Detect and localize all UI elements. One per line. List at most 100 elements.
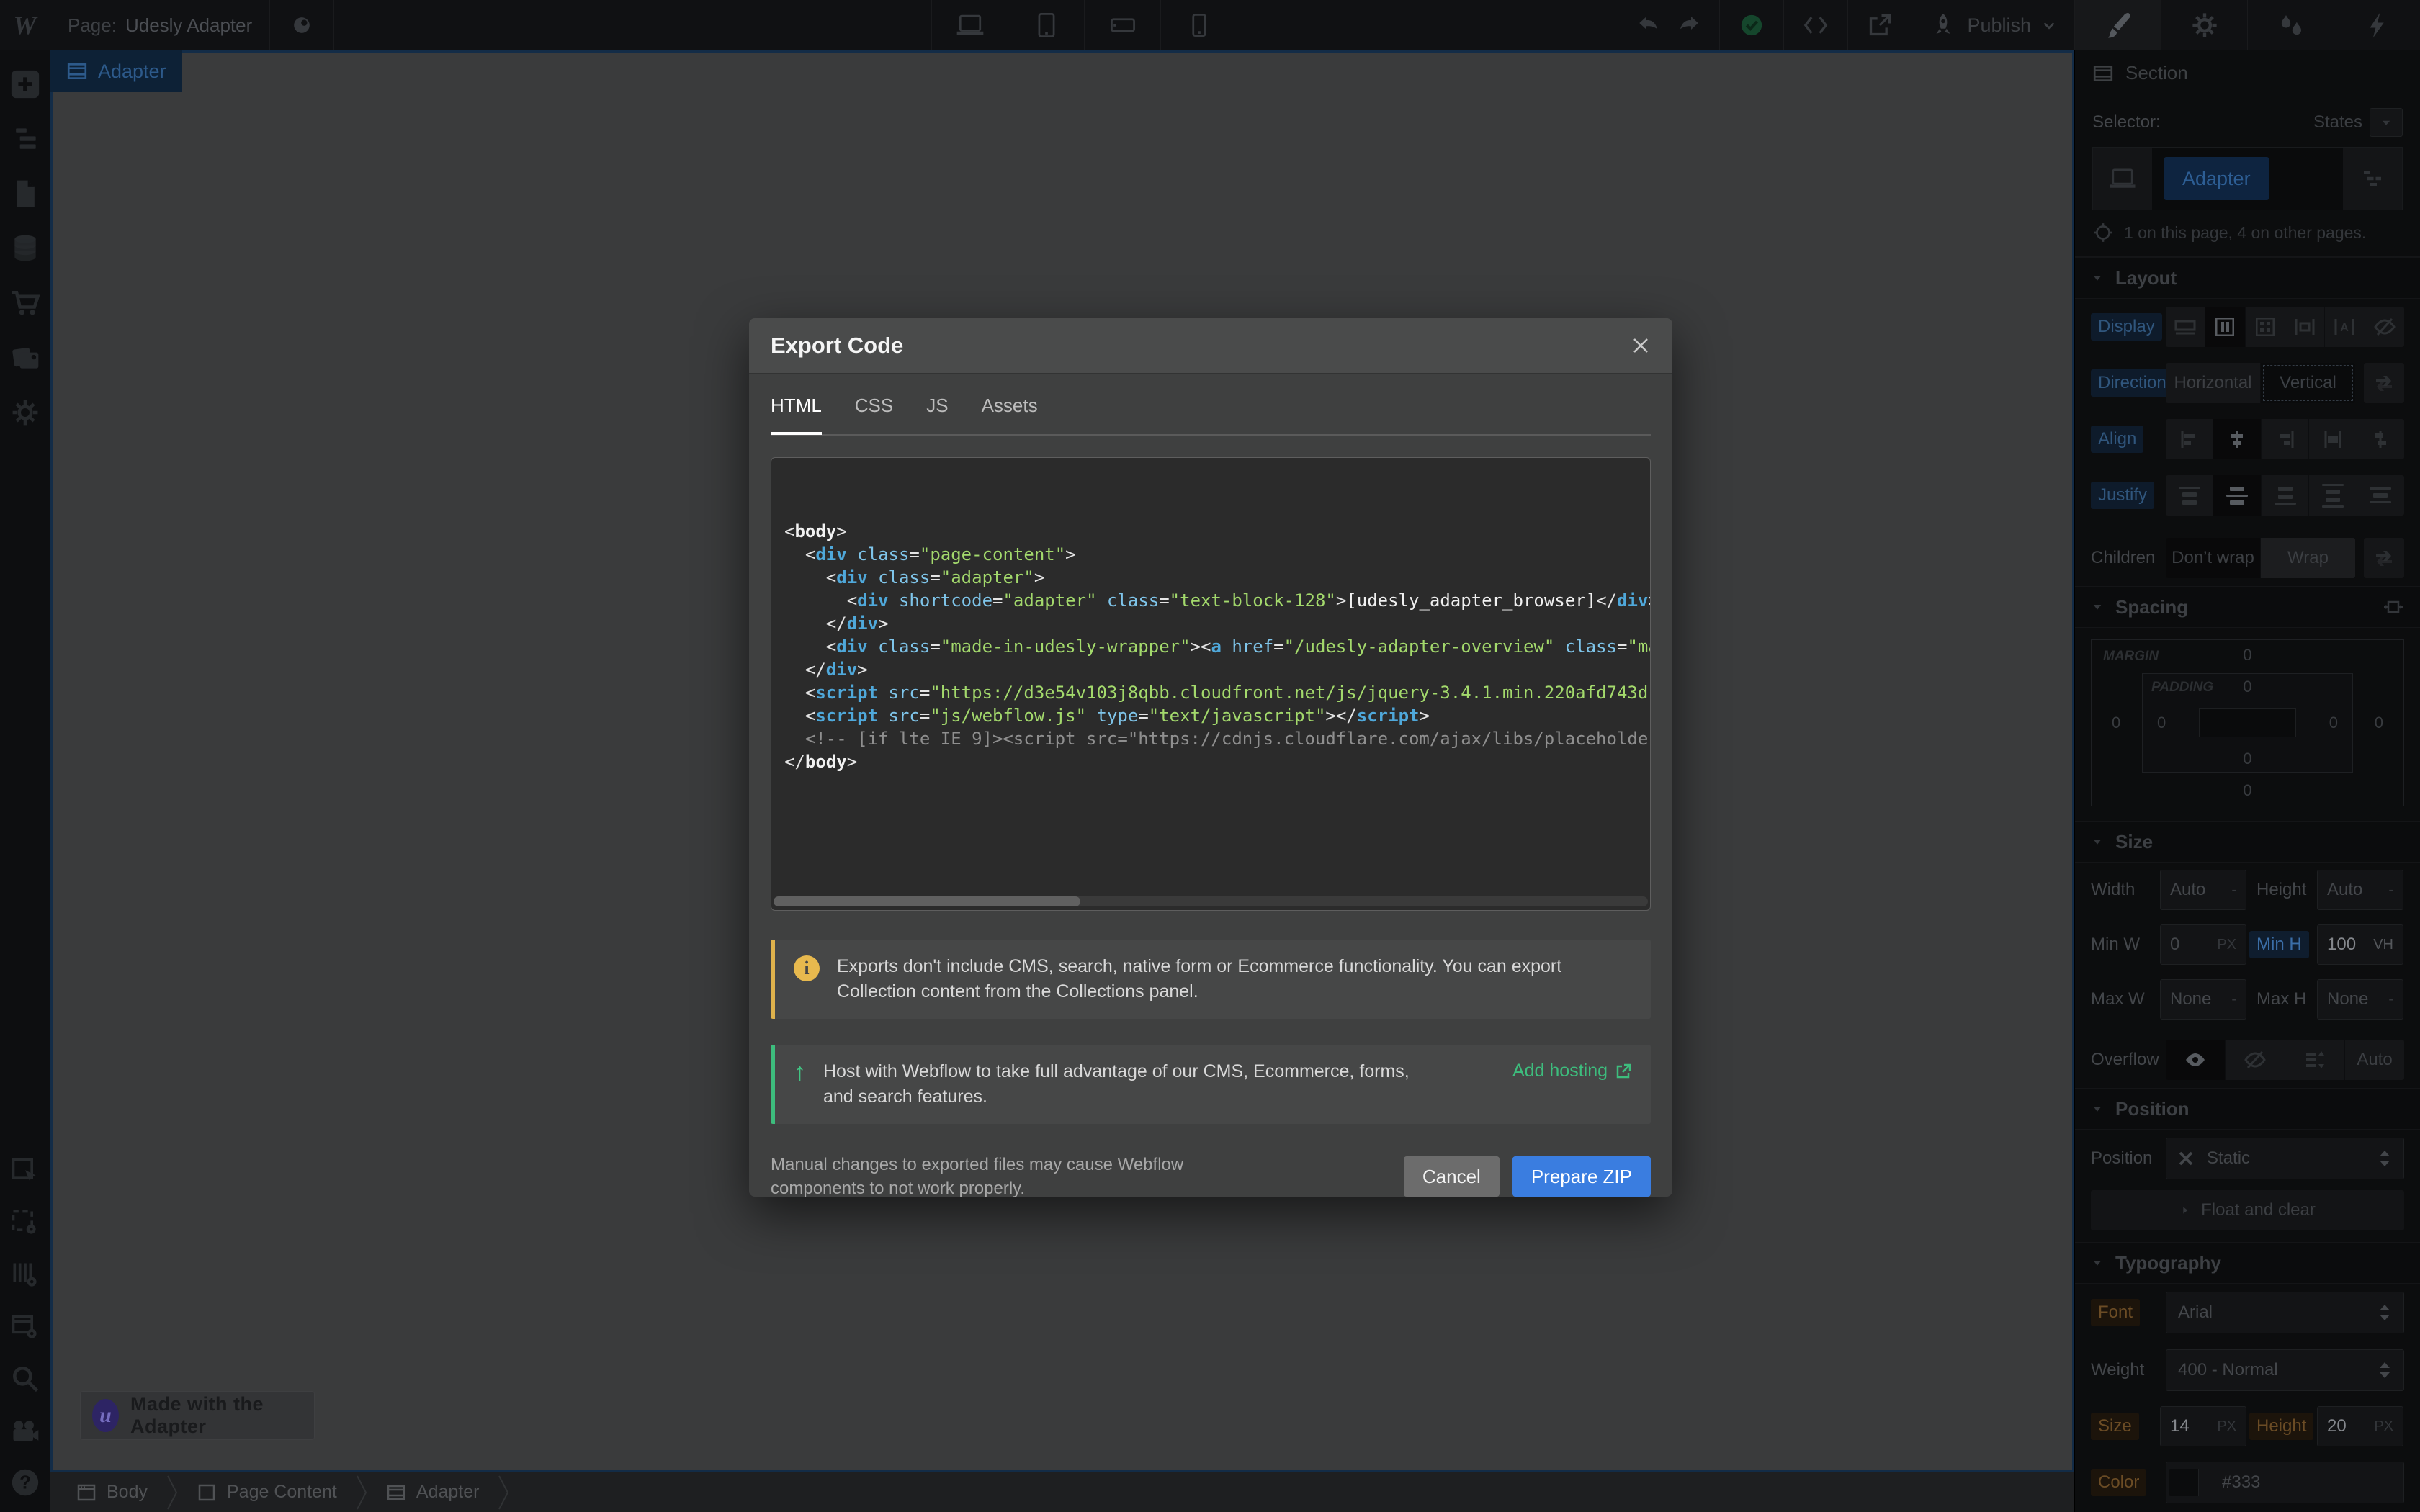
settings-panel-tab[interactable] [2161, 0, 2247, 50]
states-caret-button[interactable] [2370, 108, 2403, 137]
selector-input[interactable]: Adapter [2092, 147, 2403, 210]
wrap-button[interactable]: Wrap [2261, 538, 2355, 578]
margin-right-value[interactable]: 0 [2375, 714, 2383, 732]
publish-button[interactable]: Publish [1912, 0, 2074, 50]
padding-right-value[interactable]: 0 [2329, 714, 2338, 732]
width-input[interactable]: Auto- [2160, 870, 2246, 910]
color-input[interactable]: #333 [2166, 1462, 2404, 1503]
margin-bottom-value[interactable]: 0 [2243, 781, 2251, 800]
code-viewer[interactable]: <body> <div class="page-content"> <div c… [771, 457, 1651, 911]
add-hosting-link[interactable]: Add hosting [1512, 1059, 1632, 1081]
breadcrumb-item-adapter[interactable]: Adapter [382, 1482, 484, 1503]
zoom-button[interactable] [9, 1362, 42, 1395]
wrap-reverse-button[interactable] [2364, 538, 2404, 578]
justify-center-button[interactable] [2213, 475, 2261, 516]
assets-button[interactable] [9, 341, 42, 374]
margin-top-value[interactable]: 0 [2243, 646, 2251, 665]
xray-mode-toggle[interactable] [9, 1207, 42, 1240]
position-select[interactable]: Static [2166, 1138, 2404, 1179]
tab-assets[interactable]: Assets [982, 395, 1038, 434]
section-header-layout[interactable]: Layout [2075, 257, 2420, 299]
style-manager-panel-tab[interactable] [2247, 0, 2334, 50]
help-button[interactable]: ? [9, 1466, 42, 1499]
direction-horizontal-button[interactable]: Horizontal [2166, 363, 2261, 403]
section-header-size[interactable]: Size [2075, 821, 2420, 863]
redo-icon[interactable] [1676, 12, 1702, 38]
weight-select[interactable]: 400 - Normal [2166, 1349, 2404, 1391]
justify-end-button[interactable] [2262, 475, 2309, 516]
padding-left-value[interactable]: 0 [2157, 714, 2166, 732]
tab-js[interactable]: JS [926, 395, 948, 434]
page-menu[interactable]: Page: Udesly Adapter [50, 0, 270, 50]
font-select[interactable]: Arial [2166, 1292, 2404, 1333]
layout-preview-toggle[interactable] [9, 1310, 42, 1344]
justify-between-button[interactable] [2309, 475, 2357, 516]
edit-element-tool[interactable] [9, 1155, 42, 1188]
breadcrumb-item-body[interactable]: Body [72, 1482, 152, 1503]
preview-toggle[interactable] [270, 0, 334, 50]
breakpoint-mobile-landscape[interactable] [1084, 0, 1160, 50]
max-width-input[interactable]: None- [2160, 979, 2246, 1020]
breakpoint-tablet[interactable] [1008, 0, 1084, 50]
align-baseline-button[interactable] [2357, 419, 2404, 459]
align-start-button[interactable] [2166, 419, 2213, 459]
breakpoint-mobile-portrait[interactable] [1160, 0, 1237, 50]
overflow-visible-button[interactable] [2166, 1040, 2226, 1080]
interactions-panel-tab[interactable] [2334, 0, 2420, 50]
spacing-expand-icon[interactable] [2383, 596, 2404, 618]
display-flex-button[interactable] [2205, 307, 2245, 347]
overflow-auto-button[interactable]: Auto [2345, 1040, 2404, 1080]
margin-left-value[interactable]: 0 [2112, 714, 2120, 732]
align-stretch-button[interactable] [2309, 419, 2357, 459]
guides-toggle[interactable] [9, 1259, 42, 1292]
cancel-button[interactable]: Cancel [1404, 1156, 1500, 1197]
tab-html[interactable]: HTML [771, 395, 822, 434]
min-height-input[interactable]: 100VH [2317, 924, 2403, 965]
inheritance-menu-button[interactable] [2343, 148, 2402, 210]
overflow-scroll-button[interactable] [2285, 1040, 2345, 1080]
font-size-input[interactable]: 14PX [2160, 1406, 2246, 1446]
states-dropdown[interactable]: States [2313, 108, 2403, 137]
display-grid-button[interactable] [2246, 307, 2285, 347]
justify-start-button[interactable] [2166, 475, 2213, 516]
tab-css[interactable]: CSS [855, 395, 893, 434]
padding-bottom-value[interactable]: 0 [2243, 750, 2251, 768]
section-header-position[interactable]: Position [2075, 1088, 2420, 1130]
dont-wrap-button[interactable]: Don’t wrap [2166, 538, 2261, 578]
export-share-button[interactable] [1847, 0, 1912, 50]
close-button[interactable] [1631, 336, 1651, 356]
display-block-button[interactable] [2166, 307, 2205, 347]
max-height-input[interactable]: None- [2317, 979, 2403, 1020]
scrollbar-thumb[interactable] [774, 896, 1080, 906]
float-and-clear-toggle[interactable]: Float and clear [2091, 1190, 2404, 1230]
horizontal-scrollbar[interactable] [774, 896, 1648, 906]
align-center-button[interactable] [2213, 419, 2261, 459]
min-width-input[interactable]: 0PX [2160, 924, 2246, 965]
direction-reverse-button[interactable] [2364, 363, 2404, 403]
align-end-button[interactable] [2262, 419, 2309, 459]
cms-button[interactable] [9, 232, 42, 265]
display-inline-block-button[interactable] [2285, 307, 2325, 347]
undo-icon[interactable] [1636, 12, 1662, 38]
video-tutorials-button[interactable] [9, 1414, 42, 1447]
section-header-spacing[interactable]: Spacing [2075, 586, 2420, 628]
display-inline-button[interactable]: A [2325, 307, 2365, 347]
display-none-button[interactable] [2365, 307, 2404, 347]
height-input[interactable]: Auto- [2317, 870, 2403, 910]
ecommerce-button[interactable] [9, 287, 42, 320]
justify-around-button[interactable] [2357, 475, 2404, 516]
add-elements-button[interactable] [9, 68, 42, 101]
custom-code-button[interactable] [1783, 0, 1847, 50]
breadcrumb-item-page-content[interactable]: Page Content [192, 1482, 341, 1503]
line-height-input[interactable]: 20PX [2317, 1406, 2403, 1446]
navigator-button[interactable] [9, 122, 42, 156]
made-with-adapter-badge[interactable]: u Made with the Adapter [80, 1391, 315, 1440]
overflow-hidden-button[interactable] [2226, 1040, 2285, 1080]
pages-button[interactable] [9, 177, 42, 210]
section-header-typography[interactable]: Typography [2075, 1242, 2420, 1284]
selection-badge[interactable]: Adapter [50, 50, 182, 92]
padding-top-value[interactable]: 0 [2243, 678, 2251, 696]
project-settings-button[interactable] [9, 396, 42, 429]
color-swatch[interactable] [2169, 1469, 2199, 1496]
webflow-logo[interactable]: W [0, 0, 50, 50]
